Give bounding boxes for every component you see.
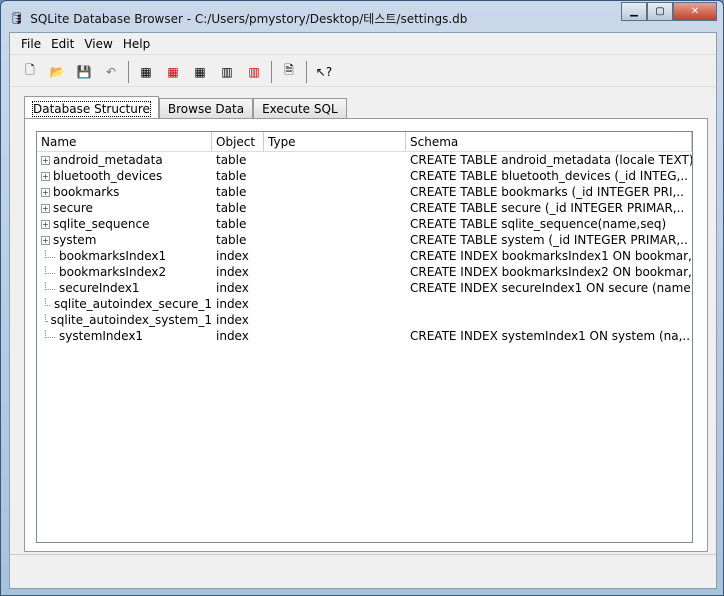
row-name: systemIndex1: [59, 329, 144, 343]
column-header-object[interactable]: Object: [212, 132, 264, 151]
save-icon[interactable]: 💾: [72, 60, 96, 84]
row-name: bookmarks: [53, 185, 120, 199]
tree-line: [45, 314, 47, 322]
delete-table-icon[interactable]: ▦: [161, 60, 185, 84]
row-object: index: [216, 329, 249, 343]
menu-help[interactable]: Help: [118, 37, 155, 51]
open-database-icon[interactable]: 📂: [45, 60, 69, 84]
row-schema: CREATE INDEX systemIndex1 ON system (na,…: [410, 329, 691, 343]
expand-icon[interactable]: +: [41, 155, 50, 165]
tree-header: Name Object Type Schema: [37, 132, 692, 152]
tree-line: [45, 282, 55, 290]
create-index-icon[interactable]: ▥: [215, 60, 239, 84]
expand-icon[interactable]: +: [41, 219, 50, 229]
tree-row[interactable]: secureIndex1 index CREATE INDEX secureInde…: [37, 280, 692, 296]
row-object: index: [216, 313, 249, 327]
maximize-button[interactable]: ▢: [647, 2, 673, 21]
modify-table-icon[interactable]: ▦: [188, 60, 212, 84]
tree-line: [45, 298, 50, 306]
row-object: table: [216, 185, 247, 199]
log-icon[interactable]: 🗎: [277, 60, 301, 84]
tab-database-structure[interactable]: Database Structure: [24, 96, 159, 120]
toolbar: 🗋 📂 💾 ↶ ▦ ▦ ▦ ▥ ▥ 🗎 ↖?: [10, 57, 716, 87]
row-schema: CREATE INDEX bookmarksIndex2 ON bookmar,…: [410, 265, 692, 279]
row-schema: CREATE INDEX secureIndex1 ON secure (nam…: [410, 281, 692, 295]
tree-row[interactable]: + system table CREATE TABLE system (_id INT…: [37, 232, 692, 248]
row-name: sqlite_autoindex_secure_1: [54, 297, 212, 311]
row-object: index: [216, 265, 249, 279]
structure-tree[interactable]: Name Object Type Schema + android_metadat…: [36, 131, 693, 543]
app-window: 🛢 SQLite Database Browser - C:/Users/pmy…: [0, 0, 724, 596]
row-schema: CREATE TABLE sqlite_sequence(name,seq): [410, 217, 667, 231]
minimize-button[interactable]: ▁: [621, 2, 647, 21]
row-name: secure: [53, 201, 93, 215]
database-icon: 🛢: [9, 11, 25, 25]
row-name: sqlite_sequence: [53, 217, 150, 231]
tree-line: [45, 266, 55, 274]
tree-row[interactable]: + bluetooth_devices table CREATE TABLE blue…: [37, 168, 692, 184]
menu-bar: File Edit View Help: [10, 33, 716, 55]
column-header-name[interactable]: Name: [37, 132, 212, 151]
expand-icon[interactable]: +: [41, 187, 50, 197]
expand-icon[interactable]: +: [41, 235, 50, 245]
tree-row[interactable]: + secure table CREATE TABLE secure (_id INT…: [37, 200, 692, 216]
tree-row[interactable]: bookmarksIndex1 index CREATE INDEX bookmar…: [37, 248, 692, 264]
row-schema: CREATE TABLE bookmarks (_id INTEGER PRI,…: [410, 185, 684, 199]
tree-line: [45, 250, 55, 258]
whats-this-icon[interactable]: ↖?: [312, 60, 336, 84]
tree-row[interactable]: sqlite_autoindex_secure_1 index: [37, 296, 692, 312]
create-table-icon[interactable]: ▦: [134, 60, 158, 84]
row-schema: CREATE INDEX bookmarksIndex1 ON bookmar,…: [410, 249, 692, 263]
status-bar: [10, 554, 716, 588]
tree-row[interactable]: + bookmarks table CREATE TABLE bookmarks (_…: [37, 184, 692, 200]
row-name: system: [53, 233, 97, 247]
row-object: table: [216, 153, 247, 167]
expand-icon[interactable]: +: [41, 171, 50, 181]
undo-icon[interactable]: ↶: [99, 60, 123, 84]
row-object: table: [216, 217, 247, 231]
tab-execute-sql[interactable]: Execute SQL: [253, 98, 347, 119]
row-object: table: [216, 233, 247, 247]
row-object: table: [216, 201, 247, 215]
row-name: bookmarksIndex2: [59, 265, 167, 279]
tab-panel: Name Object Type Schema + android_metadat…: [24, 118, 708, 552]
row-object: table: [216, 169, 247, 183]
menu-view[interactable]: View: [79, 37, 117, 51]
new-database-icon[interactable]: 🗋: [18, 60, 42, 84]
row-name: bookmarksIndex1: [59, 249, 167, 263]
close-button[interactable]: ✕: [673, 2, 717, 21]
row-name: sqlite_autoindex_system_1: [50, 313, 212, 327]
row-schema: CREATE TABLE secure (_id INTEGER PRIMAR,…: [410, 201, 685, 215]
expand-icon[interactable]: +: [41, 203, 50, 213]
row-object: index: [216, 249, 249, 263]
column-header-schema[interactable]: Schema: [406, 132, 692, 151]
tree-row[interactable]: sqlite_autoindex_system_1 index: [37, 312, 692, 328]
row-object: index: [216, 281, 249, 295]
menu-file[interactable]: File: [16, 37, 46, 51]
title-bar: 🛢 SQLite Database Browser - C:/Users/pmy…: [9, 7, 467, 29]
tab-label: Database Structure: [32, 100, 151, 117]
tab-browse-data[interactable]: Browse Data: [158, 98, 254, 119]
row-name: bluetooth_devices: [53, 169, 163, 183]
column-header-type[interactable]: Type: [264, 132, 406, 151]
row-name: secureIndex1: [59, 281, 140, 295]
tree-row[interactable]: + sqlite_sequence table CREATE TABLE sqlite…: [37, 216, 692, 232]
row-name: android_metadata: [53, 153, 163, 167]
delete-index-icon[interactable]: ▥: [242, 60, 266, 84]
row-schema: CREATE TABLE android_metadata (locale TE…: [410, 153, 692, 167]
row-schema: CREATE TABLE bluetooth_devices (_id INTE…: [410, 169, 688, 183]
row-object: index: [216, 297, 249, 311]
window-title: SQLite Database Browser - C:/Users/pmyst…: [30, 11, 468, 26]
tree-line: [45, 330, 55, 338]
tree-row[interactable]: bookmarksIndex2 index CREATE INDEX bookmar…: [37, 264, 692, 280]
tree-row[interactable]: + android_metadata table CREATE TABLE andro…: [37, 152, 692, 168]
tree-row[interactable]: systemIndex1 index CREATE INDEX systemInde…: [37, 328, 692, 344]
row-schema: CREATE TABLE system (_id INTEGER PRIMAR,…: [410, 233, 688, 247]
menu-edit[interactable]: Edit: [46, 37, 79, 51]
